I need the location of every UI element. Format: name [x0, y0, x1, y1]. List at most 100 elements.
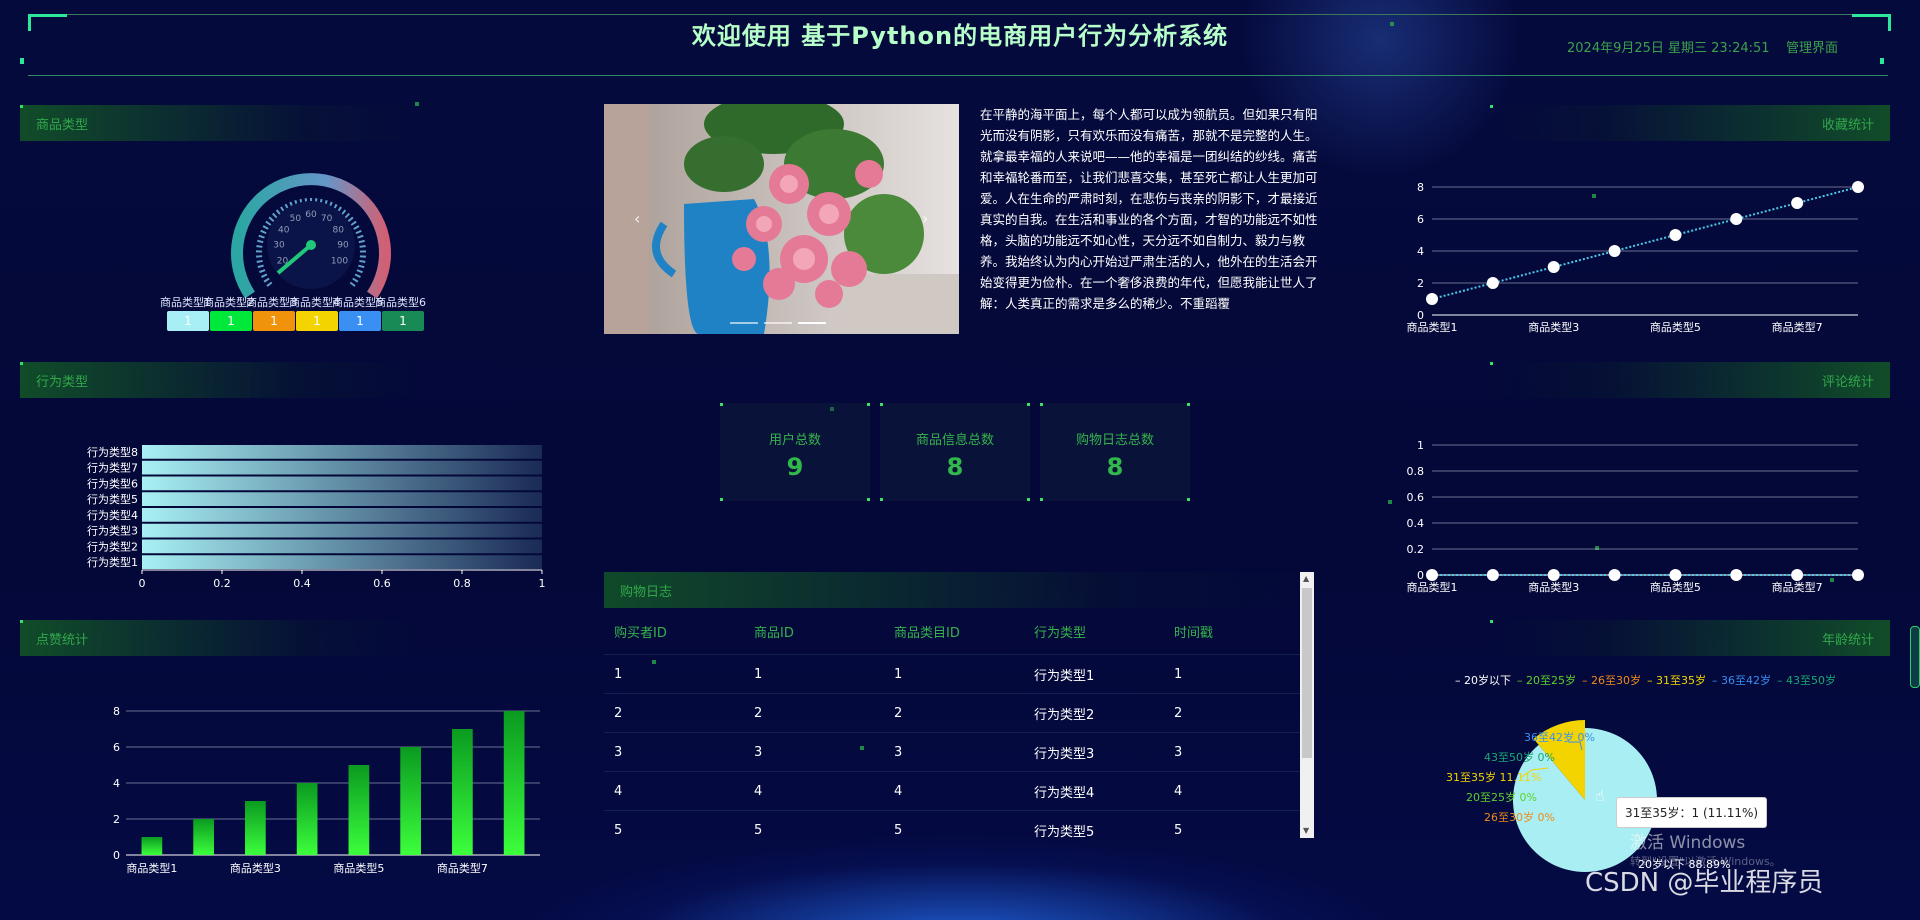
table-row[interactable]: 1 1 1 行为类型1 1 [604, 654, 1304, 694]
age-legend-label: 43至50岁 [1786, 674, 1836, 687]
axis-tick-label: 商品类型7 [1772, 320, 1823, 334]
admin-link[interactable]: 管理界面 [1786, 37, 1838, 56]
axis-tick-label: 行为类型5 [87, 492, 138, 506]
gauge-legend-value[interactable]: 1 [210, 311, 252, 331]
age-legend-label: 20岁以下 [1464, 674, 1511, 687]
data-point [1608, 569, 1621, 581]
carousel-indicator[interactable] [764, 322, 792, 324]
bar [142, 476, 542, 491]
age-legend-item[interactable]: – 43至50岁 [1777, 672, 1836, 688]
panel-header-product-type: 商品类型 [20, 105, 420, 141]
gauge-legend-value[interactable]: 1 [382, 311, 424, 331]
header-marker [20, 58, 24, 64]
age-legend-item[interactable]: – 20至25岁 [1517, 672, 1576, 688]
axis-tick-label: 行为类型7 [87, 461, 138, 475]
panel-header-age: 年龄统计 [1490, 620, 1890, 656]
axis-tick-label: 商品类型3 [230, 861, 281, 875]
axis-tick-label: 0.8 [453, 577, 471, 590]
data-point [1426, 293, 1438, 305]
age-legend-label: 31至35岁 [1656, 674, 1706, 687]
bar [142, 523, 542, 538]
table-column-header: 商品ID [754, 625, 794, 641]
age-legend-item[interactable]: – 36至42岁 [1712, 672, 1771, 688]
axis-tick-label: 商品类型1 [126, 861, 177, 875]
data-point [1791, 569, 1804, 581]
gauge-legend-value[interactable]: 1 [253, 311, 295, 331]
panel-header-favorites: 收藏统计 [1490, 105, 1890, 141]
table-scrollbar-thumb[interactable] [1302, 588, 1312, 758]
age-legend-item[interactable]: – 20岁以下 [1455, 672, 1511, 688]
scroll-up-icon[interactable]: ▲ [1303, 574, 1309, 583]
panel-header-likes: 点赞统计 [20, 620, 420, 656]
bar [142, 539, 542, 554]
carousel-indicator[interactable] [798, 322, 826, 324]
card-corner [720, 498, 723, 501]
table-row[interactable]: 2 2 2 行为类型2 2 [604, 693, 1304, 733]
pie-slice-label: 31至35岁 11.11% [1446, 770, 1541, 784]
gauge-legend-value[interactable]: 1 [296, 311, 338, 331]
card-corner [867, 403, 870, 406]
axis-tick-label: 4 [1417, 245, 1424, 258]
scroll-down-icon[interactable]: ▼ [1303, 826, 1309, 835]
gauge-tick-label: 80 [333, 225, 345, 235]
bar [400, 747, 421, 855]
table-cell: 5 [604, 810, 745, 838]
axis-tick-label: 商品类型5 [1650, 320, 1701, 334]
bar [193, 819, 214, 855]
table-row[interactable]: 3 3 3 行为类型3 3 [604, 732, 1304, 772]
legend-dash-icon: – [1582, 674, 1591, 687]
cursor-icon: ☝ [1595, 786, 1605, 805]
data-point [1608, 245, 1621, 257]
age-legend-label: 20至25岁 [1526, 674, 1576, 687]
axis-tick-label: 0.2 [213, 577, 231, 590]
data-point [1852, 569, 1864, 581]
csdn-watermark: CSDN @毕业程序员 [1585, 868, 1824, 898]
page-scrollbar[interactable] [1910, 626, 1920, 688]
card-corner [880, 498, 883, 501]
carousel-prev-icon[interactable]: ‹ [634, 209, 640, 228]
data-point [1791, 197, 1804, 209]
gauge-legend-value[interactable]: 1 [339, 311, 381, 331]
age-legend-label: 26至30岁 [1591, 674, 1641, 687]
bar [296, 783, 318, 855]
stat-label: 用户总数 [768, 433, 821, 448]
age-legend-item[interactable]: – 26至30岁 [1582, 672, 1641, 688]
carousel-indicator[interactable] [730, 322, 758, 324]
panel-title: 购物日志 [620, 584, 673, 600]
axis-tick-label: 商品类型7 [437, 861, 488, 875]
axis-tick-label: 行为类型3 [87, 524, 138, 538]
stat-label: 商品信息总数 [915, 433, 994, 448]
table-row[interactable]: 5 5 5 行为类型5 5 [604, 810, 1304, 838]
axis-tick-label: 0.4 [293, 577, 311, 590]
axis-tick-label: 0.6 [1407, 491, 1425, 504]
gauge-tick-label: 100 [331, 257, 348, 267]
table-cell: 4 [744, 771, 885, 811]
gauge-legend-value[interactable]: 1 [167, 311, 209, 331]
bar [142, 492, 542, 506]
gauge-tick-label: 90 [337, 241, 349, 251]
stat-card-shopping-logs: 购物日志总数 8 [1040, 403, 1190, 501]
image-carousel[interactable]: ‹ › [604, 104, 959, 334]
bar [141, 837, 163, 855]
carousel-next-icon[interactable]: › [922, 209, 928, 228]
panel-title: 商品类型 [36, 117, 89, 133]
table-row[interactable]: 4 4 4 行为类型4 4 [604, 771, 1304, 811]
gauge-tick-label: 70 [321, 214, 333, 224]
shopping-log-table: 购买者ID 商品ID 商品类目ID 行为类型 时间戳 1 1 1 行为类型1 1 2 2 2 行为类型2… [604, 608, 1304, 838]
stat-card-products: 商品信息总数 8 [880, 403, 1030, 501]
gauge-legend-label: 商品类型6 [375, 296, 426, 309]
axis-tick-label: 商品类型7 [1772, 580, 1823, 594]
axis-tick-label: 行为类型4 [87, 508, 138, 522]
datetime-display: 2024年9月25日 星期三 23:24:51 [1567, 41, 1770, 56]
age-legend-item[interactable]: – 31至35岁 [1647, 672, 1706, 688]
bar [142, 460, 542, 475]
article-text: 在平静的海平面上，每个人都可以成为领航员。但如果只有阳光而没有阴影，只有欢乐而没… [980, 107, 1318, 311]
card-corner [880, 403, 883, 406]
panel-title: 年龄统计 [1821, 632, 1874, 648]
axis-tick-label: 行为类型2 [87, 539, 138, 553]
legend-dash-icon: – [1647, 674, 1656, 687]
likes-chart: 0 2 4 6 8 商品类型1 商品类型3 商品类型5 商品类型7 [113, 705, 540, 875]
bar [142, 508, 542, 522]
card-corner [1187, 498, 1190, 501]
data-point [1547, 261, 1560, 273]
